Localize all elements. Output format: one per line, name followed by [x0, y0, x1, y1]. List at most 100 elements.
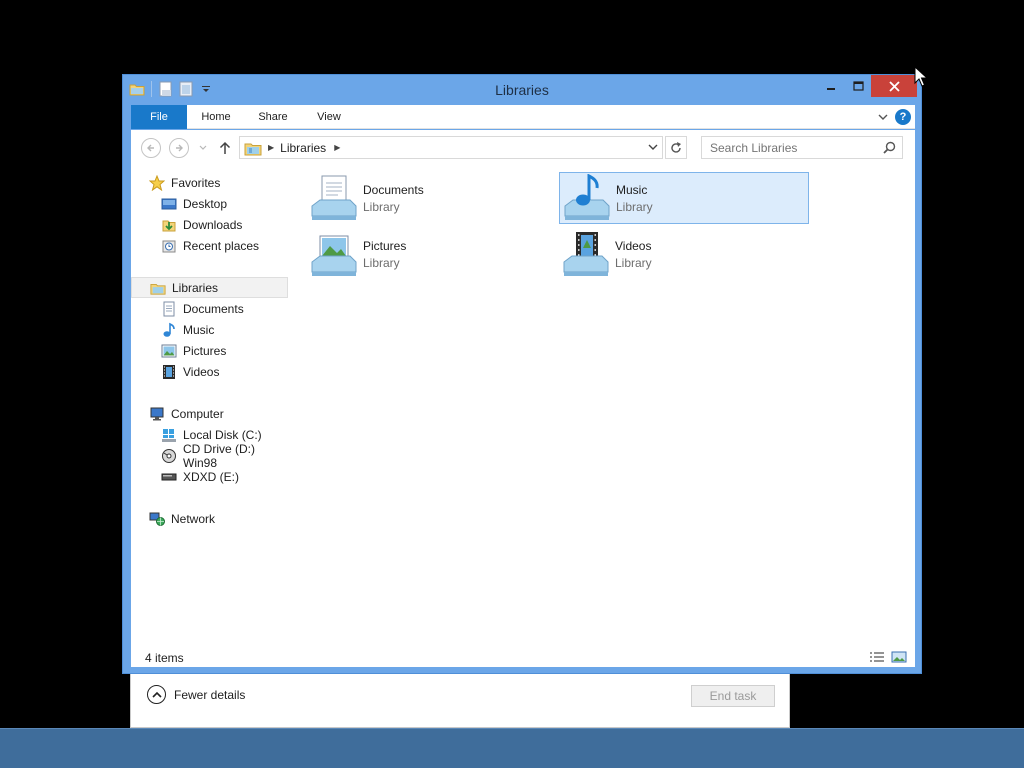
recent-locations-button[interactable]	[193, 138, 213, 158]
tab-home[interactable]: Home	[193, 105, 239, 129]
nav-item-recent-places[interactable]: Recent places	[131, 235, 259, 256]
tab-view[interactable]: View	[309, 105, 349, 129]
nav-item-pictures[interactable]: Pictures	[131, 340, 226, 361]
libraries-icon	[244, 140, 262, 156]
pictures-icon	[161, 343, 177, 359]
nav-item-downloads[interactable]: Downloads	[131, 214, 242, 235]
explorer-client: ▶ Libraries ▶ Search Libraries Favorites…	[131, 130, 915, 667]
nav-item-libraries[interactable]: Libraries	[131, 277, 288, 298]
nav-item-network[interactable]: Network	[131, 508, 215, 529]
computer-icon	[149, 406, 165, 422]
window-title: Libraries	[495, 82, 549, 98]
tile-kind: Library	[363, 199, 400, 214]
nav-label: Computer	[171, 406, 224, 421]
videos-icon	[161, 364, 177, 380]
expand-ribbon-button[interactable]	[875, 109, 891, 125]
tile-kind: Library	[615, 255, 652, 270]
library-tile-videos[interactable]: Videos Library	[559, 228, 809, 280]
library-tile-documents[interactable]: Documents Library	[307, 172, 557, 224]
tile-name: Videos	[615, 238, 652, 253]
nav-item-favorites[interactable]: Favorites	[131, 172, 220, 193]
help-button[interactable]: ?	[895, 109, 911, 125]
search-icon[interactable]	[883, 141, 896, 157]
minimize-button[interactable]	[818, 75, 844, 97]
nav-label: Network	[171, 511, 216, 526]
mouse-cursor-icon	[914, 66, 928, 87]
music-library-icon	[562, 174, 612, 222]
nav-item-desktop[interactable]: Desktop	[131, 193, 227, 214]
up-button[interactable]	[215, 138, 235, 158]
recent-dropdown-icon	[199, 145, 207, 150]
search-box[interactable]	[701, 136, 903, 159]
large-icons-view-icon	[891, 651, 907, 663]
forward-icon	[176, 144, 183, 152]
nav-label: Desktop	[183, 196, 228, 211]
large-icons-view-button[interactable]	[891, 650, 907, 664]
breadcrumb-chevron-icon[interactable]: ▶	[334, 143, 340, 152]
refresh-icon	[671, 141, 681, 153]
cd-drive-icon	[161, 448, 177, 464]
breadcrumb-separator-icon[interactable]: ▶	[268, 143, 274, 152]
libraries-icon	[150, 280, 166, 296]
close-icon	[888, 80, 900, 92]
nav-label: Recent places	[183, 238, 260, 253]
nav-item-computer[interactable]: Computer	[131, 403, 224, 424]
removable-drive-icon	[161, 469, 177, 485]
breadcrumb-libraries[interactable]: Libraries	[280, 141, 326, 155]
library-tile-music[interactable]: Music Library	[559, 172, 809, 224]
desktop-icon	[161, 196, 177, 212]
star-icon	[149, 174, 165, 191]
library-tile-pictures[interactable]: Pictures Library	[307, 228, 557, 280]
details-view-button[interactable]	[869, 650, 885, 664]
tab-share[interactable]: Share	[249, 105, 297, 129]
nav-item-music[interactable]: Music	[131, 319, 214, 340]
nav-item-documents[interactable]: Documents	[131, 298, 244, 319]
tab-file[interactable]: File	[131, 105, 187, 129]
videos-library-icon	[561, 230, 611, 278]
minimize-icon	[827, 88, 835, 90]
tile-name: Pictures	[363, 238, 407, 253]
item-count: 4 items	[145, 651, 184, 665]
nav-item-videos[interactable]: Videos	[131, 361, 219, 382]
nav-label: Videos	[183, 364, 220, 379]
back-button[interactable]	[141, 138, 161, 158]
explorer-window: Libraries File Home Share View ? ▶ Libra…	[122, 74, 922, 674]
documents-icon	[161, 301, 177, 317]
nav-label: Music	[183, 322, 215, 337]
tile-kind: Library	[616, 199, 653, 214]
title-bar[interactable]: Libraries	[123, 75, 921, 105]
chevron-down-icon	[878, 114, 888, 120]
back-icon	[147, 144, 154, 152]
documents-library-icon	[309, 174, 359, 222]
forward-button[interactable]	[169, 138, 189, 158]
chevron-down-icon	[648, 144, 658, 150]
nav-item-cd-drive[interactable]: CD Drive (D:) Win98	[131, 442, 289, 470]
fewer-details-label: Fewer details	[174, 687, 246, 702]
up-icon	[219, 141, 231, 154]
close-button[interactable]	[871, 75, 917, 97]
nav-label: Pictures	[183, 343, 227, 358]
nav-label: XDXD (E:)	[183, 469, 240, 484]
end-task-button[interactable]: End task	[691, 685, 775, 707]
task-manager-footer: Fewer details End task	[130, 672, 790, 728]
refresh-button[interactable]	[665, 136, 687, 159]
music-icon	[161, 322, 177, 338]
tile-name: Music	[616, 182, 648, 197]
nav-label: Libraries	[172, 280, 219, 295]
search-input[interactable]	[710, 140, 876, 155]
pictures-library-icon	[309, 230, 359, 278]
address-bar[interactable]: ▶ Libraries ▶	[239, 136, 663, 159]
tile-name: Documents	[363, 182, 424, 197]
windows-drive-icon	[161, 427, 177, 443]
nav-label: Local Disk (C:)	[183, 427, 262, 442]
nav-item-xdxd[interactable]: XDXD (E:)	[131, 466, 239, 487]
fewer-details-toggle[interactable]: Fewer details	[147, 685, 245, 704]
address-dropdown-button[interactable]	[648, 141, 658, 156]
tile-kind: Library	[363, 255, 400, 270]
details-view-icon	[870, 652, 884, 662]
navigation-bar: ▶ Libraries ▶	[131, 130, 915, 166]
nav-label: Documents	[183, 301, 244, 316]
status-bar: 4 items	[131, 647, 915, 667]
maximize-button[interactable]	[845, 75, 871, 97]
network-icon	[149, 511, 165, 527]
